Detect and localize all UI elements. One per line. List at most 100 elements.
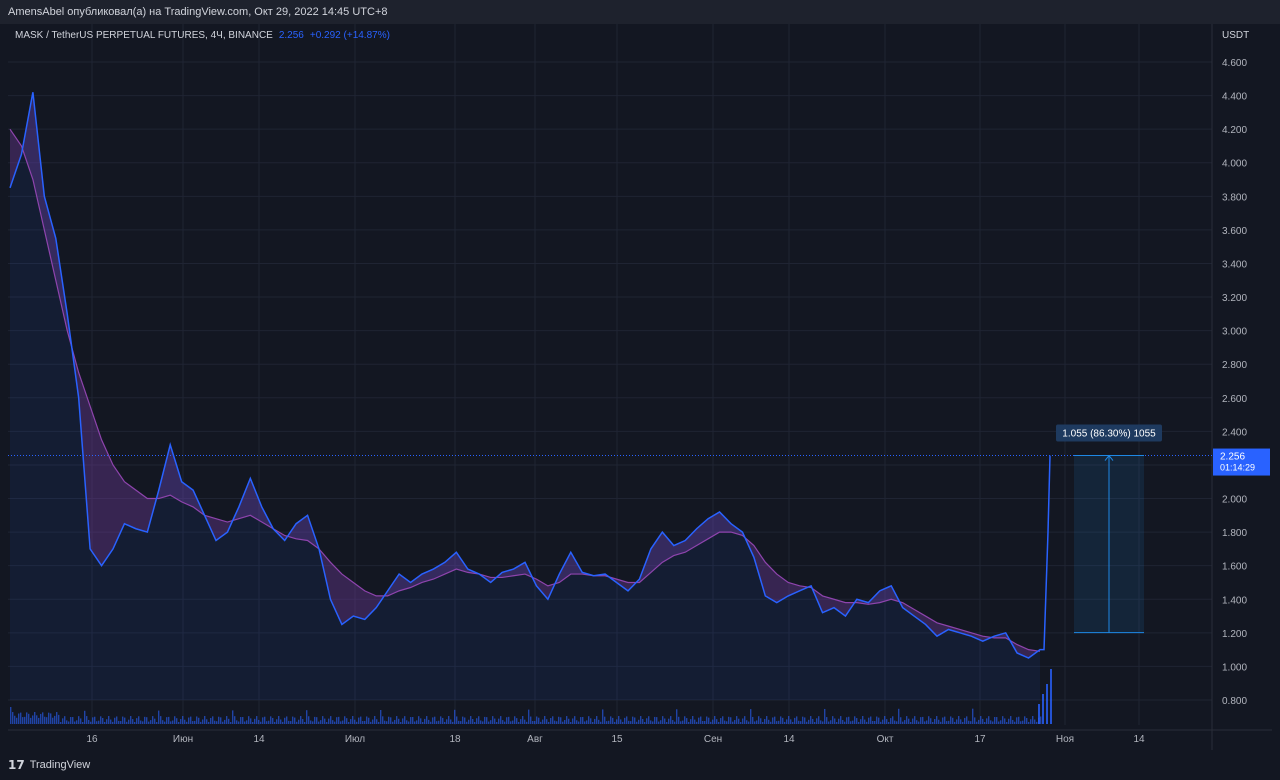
volume-bar (324, 718, 326, 724)
volume-bar (520, 719, 522, 724)
volume-bar (150, 720, 152, 724)
volume-bar (304, 721, 306, 724)
price-tick-label: 1.200 (1222, 629, 1247, 640)
volume-bar (60, 721, 62, 724)
volume-bar (704, 720, 706, 724)
price-chart[interactable]: USDT 4.600 4.400 4.200 4.000 3.800 3.600 3.400 3… (0, 0, 1280, 780)
volume-bar (132, 719, 134, 724)
volume-bar (992, 721, 994, 724)
volume-bar (482, 721, 484, 724)
price-tick-label: 2.400 (1222, 427, 1247, 438)
volume-bar (874, 721, 876, 724)
time-tick-label: 17 (974, 734, 986, 745)
volume-bar (276, 719, 278, 724)
volume-bar (582, 716, 584, 724)
time-tick-label: 16 (86, 734, 98, 745)
volume-bar (528, 709, 530, 724)
volume-bar (550, 718, 552, 724)
volume-bar (12, 712, 14, 724)
volume-bar (942, 717, 944, 724)
volume-bar (542, 719, 544, 724)
volume-bar (606, 721, 608, 724)
volume-bar (342, 720, 344, 724)
volume-bar (34, 712, 36, 724)
volume-bar (596, 716, 598, 724)
volume-bar (232, 710, 234, 724)
volume-bar (492, 716, 494, 724)
volume-bar (66, 720, 68, 724)
volume-bar (666, 721, 668, 724)
volume-bar (764, 718, 766, 724)
volume-bar (348, 721, 350, 724)
volume-bar (698, 717, 700, 724)
volume-bar (708, 717, 710, 724)
price-tick-label: 3.800 (1222, 192, 1247, 203)
volume-bar (188, 717, 190, 724)
volume-bar (248, 716, 250, 724)
volume-bar (656, 717, 658, 724)
volume-bar (682, 720, 684, 724)
volume-bar (884, 716, 886, 724)
volume-bar (570, 721, 572, 724)
volume-bar (824, 708, 826, 724)
volume-bar (386, 721, 388, 724)
volume-bar (832, 716, 834, 724)
volume-bar (306, 710, 308, 724)
volume-bar (286, 716, 288, 724)
symbol-legend[interactable]: MASK / TetherUS PERPETUAL FUTURES, 4Ч, B… (15, 30, 390, 41)
volume-bar (112, 721, 114, 724)
volume-bar (430, 721, 432, 724)
volume-bar (806, 721, 808, 724)
volume-bar (900, 717, 902, 724)
volume-bar (50, 713, 52, 724)
volume-bar (256, 716, 258, 724)
volume-bar (354, 719, 356, 724)
volume-bar (1042, 694, 1044, 724)
volume-bar (218, 716, 220, 724)
volume-bar (140, 720, 142, 724)
volume-bar (300, 716, 302, 724)
volume-bar (104, 721, 106, 724)
volume-bar (694, 719, 696, 724)
time-tick-label: Окт (877, 734, 894, 745)
volume-bar (22, 717, 24, 724)
volume-bar (894, 720, 896, 724)
volume-bar (202, 719, 204, 724)
volume-bar (420, 718, 422, 724)
volume-bar (834, 718, 836, 724)
volume-bar (730, 717, 732, 724)
volume-bar (392, 721, 394, 724)
volume-bar (416, 720, 418, 724)
volume-bar (564, 719, 566, 724)
volume-bar (222, 721, 224, 724)
volume-bar (1004, 718, 1006, 724)
volume-bar (934, 718, 936, 724)
volume-bar (952, 717, 954, 724)
volume-bar (230, 721, 232, 724)
price-badge-value: 2.256 (1220, 452, 1245, 463)
volume-bar (998, 721, 1000, 724)
price-tick-label: 4.000 (1222, 159, 1247, 170)
volume-bar (48, 712, 50, 724)
volume-bar (184, 719, 186, 724)
volume-bar (320, 720, 322, 724)
volume-bar (398, 718, 400, 724)
volume-bar (36, 715, 38, 724)
volume-bar (678, 716, 680, 724)
volume-bar (326, 721, 328, 724)
volume-bar (558, 716, 560, 724)
volume-bar (774, 716, 776, 724)
volume-bar (442, 717, 444, 724)
volume-bar (58, 714, 60, 724)
volume-bar (512, 720, 514, 724)
volume-bar (930, 718, 932, 724)
volume-bar (576, 720, 578, 724)
volume-bar (496, 721, 498, 724)
volume-bar (384, 720, 386, 724)
volume-bar (382, 716, 384, 724)
volume-bar (428, 719, 430, 724)
volume-bar (514, 716, 516, 724)
volume-bar (838, 718, 840, 724)
volume-bar (190, 716, 192, 724)
volume-bar (344, 716, 346, 724)
